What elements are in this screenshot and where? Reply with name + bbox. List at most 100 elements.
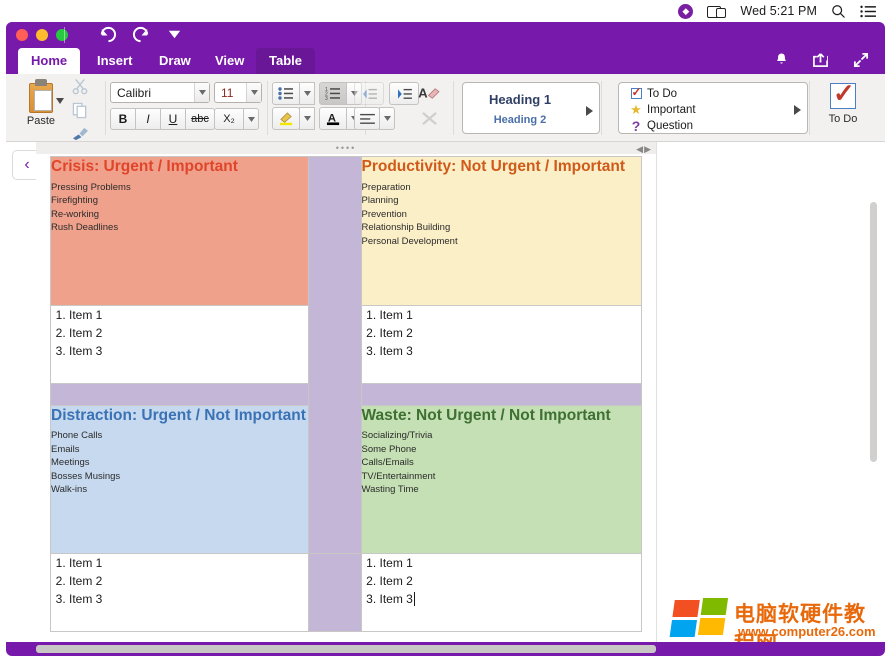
minimize-button[interactable]	[36, 29, 48, 41]
list-item[interactable]: Item 1	[69, 554, 308, 572]
table-row[interactable]: Crisis: Urgent / Important Pressing Prob…	[51, 157, 642, 306]
list-item[interactable]: Item 3	[380, 590, 642, 608]
redo-icon[interactable]	[132, 26, 151, 48]
share-icon[interactable]	[812, 52, 829, 73]
tag-item-important[interactable]: ★ Important	[625, 102, 807, 118]
watermark: 电脑软硬件教程网 www.computer26.com	[672, 596, 886, 646]
tags-more-arrow-icon[interactable]	[794, 102, 801, 120]
ribbon-tab-strip: Home Insert Draw View Table	[6, 48, 885, 74]
toolbar-divider	[64, 27, 65, 43]
decrease-indent-button[interactable]	[354, 82, 384, 105]
quadrant-crisis-header[interactable]: Crisis: Urgent / Important Pressing Prob…	[51, 157, 309, 306]
notification-bell-icon[interactable]	[774, 52, 789, 73]
copy-icon[interactable]	[72, 102, 106, 124]
list-item[interactable]: Item 1	[380, 306, 642, 324]
list-item[interactable]: Item 2	[69, 324, 308, 342]
numbered-list-button[interactable]: 123	[319, 82, 347, 105]
full-screen-icon[interactable]	[853, 52, 869, 73]
bold-label: B	[119, 112, 128, 126]
list-item[interactable]: Item 2	[380, 572, 642, 590]
search-icon[interactable]	[831, 4, 846, 19]
macos-menu-bar: ◆ Wed 5:21 PM	[0, 0, 891, 22]
bullet: Some Phone	[362, 443, 642, 456]
eisenhower-matrix-table[interactable]: Crisis: Urgent / Important Pressing Prob…	[50, 156, 642, 632]
tab-insert[interactable]: Insert	[84, 48, 145, 74]
font-size-select[interactable]: 11	[214, 82, 262, 103]
bullet: Re-working	[51, 208, 308, 221]
page-drag-handle-icon: ••••	[336, 144, 357, 153]
quadrant-productivity-items[interactable]: Item 1 Item 2 Item 3	[361, 305, 642, 383]
right-pane	[656, 142, 885, 650]
tags-gallery[interactable]: To Do ★ Important ? Question	[618, 82, 808, 134]
subscript-dropdown[interactable]	[243, 108, 259, 130]
list-item[interactable]: Item 1	[69, 306, 308, 324]
todo-button-label: To Do	[812, 113, 874, 125]
screen-mirroring-icon[interactable]	[707, 5, 726, 18]
table-row[interactable]: Item 1 Item 2 Item 3 Item 1 Item 2 Item …	[51, 554, 642, 632]
subscript-button[interactable]: X₂	[214, 108, 244, 130]
maximize-button[interactable]	[56, 29, 68, 41]
style-heading-2[interactable]: Heading 2	[463, 114, 577, 126]
quadrant-distraction-header[interactable]: Distraction: Urgent / Not Important Phon…	[51, 405, 309, 554]
bullet: Meetings	[51, 456, 308, 469]
chevron-down-icon[interactable]	[246, 83, 261, 102]
customize-toolbar-icon[interactable]	[166, 26, 183, 48]
undo-icon[interactable]	[98, 26, 117, 48]
bullet: Socializing/Trivia	[362, 429, 642, 442]
highlight-color-button[interactable]	[272, 107, 300, 130]
close-button[interactable]	[16, 29, 28, 41]
tag-item-todo[interactable]: To Do	[625, 86, 807, 102]
horizontal-scrollbar[interactable]	[36, 645, 656, 653]
list-item[interactable]: Item 3	[69, 590, 308, 608]
bold-button[interactable]: B	[110, 108, 136, 130]
note-page[interactable]: •••• ◀▶ Crisis: Urgent / Important Press…	[36, 142, 656, 650]
tab-view[interactable]: View	[202, 48, 257, 74]
scissors-icon[interactable]	[72, 78, 106, 100]
gem-icon[interactable]: ◆	[678, 4, 693, 19]
tab-home[interactable]: Home	[18, 48, 80, 74]
resize-arrows-icon[interactable]: ◀▶	[636, 144, 652, 155]
bullet: Preparation	[362, 181, 642, 194]
list-item[interactable]: Item 2	[69, 572, 308, 590]
list-item[interactable]: Item 2	[380, 324, 642, 342]
tab-draw[interactable]: Draw	[146, 48, 204, 74]
align-left-button[interactable]	[354, 107, 380, 130]
font-family-select[interactable]: Calibri	[110, 82, 210, 103]
quadrant-waste-items[interactable]: Item 1 Item 2 Item 3	[361, 554, 642, 632]
clear-formatting-button[interactable]: A	[414, 82, 444, 105]
style-heading-1[interactable]: Heading 1	[463, 92, 577, 107]
page-drag-handle[interactable]: •••• ◀▶	[36, 142, 656, 154]
underline-button[interactable]: U	[160, 108, 186, 130]
delete-x-button[interactable]	[416, 107, 442, 130]
font-size-value: 11	[221, 86, 246, 100]
italic-button[interactable]: I	[135, 108, 161, 130]
star-icon: ★	[625, 102, 647, 118]
quadrant-crisis-items[interactable]: Item 1 Item 2 Item 3	[51, 305, 309, 383]
quadrant-distraction-items[interactable]: Item 1 Item 2 Item 3	[51, 554, 309, 632]
strikethrough-button[interactable]: abc	[185, 108, 215, 130]
highlight-color-dropdown[interactable]	[299, 107, 315, 130]
bullet: Relationship Building	[362, 221, 642, 234]
tag-item-question[interactable]: ? Question	[625, 118, 807, 134]
styles-more-arrow-icon[interactable]	[586, 103, 593, 121]
paste-dropdown-icon[interactable]	[56, 91, 64, 109]
font-color-button[interactable]: A	[319, 107, 347, 130]
notification-center-icon[interactable]	[860, 5, 877, 18]
list-item[interactable]: Item 3	[69, 342, 308, 360]
vertical-scrollbar[interactable]	[870, 202, 877, 462]
chevron-down-icon[interactable]	[194, 83, 209, 102]
paste-button[interactable]: Paste	[12, 74, 70, 142]
todo-button[interactable]: To Do	[812, 74, 874, 142]
styles-gallery[interactable]: Heading 1 Heading 2	[462, 82, 600, 134]
bulleted-list-button[interactable]	[272, 82, 300, 105]
align-dropdown[interactable]	[379, 107, 395, 130]
quadrant-waste-header[interactable]: Waste: Not Urgent / Not Important Social…	[361, 405, 642, 554]
clear-format-group: A	[414, 74, 454, 142]
quadrant-productivity-header[interactable]: Productivity: Not Urgent / Important Pre…	[361, 157, 642, 306]
tab-table[interactable]: Table	[256, 48, 315, 74]
list-item[interactable]: Item 3	[380, 342, 642, 360]
list-item[interactable]: Item 1	[380, 554, 642, 572]
bulleted-list-dropdown[interactable]	[299, 82, 315, 105]
menu-bar-clock[interactable]: Wed 5:21 PM	[740, 4, 817, 18]
underline-label: U	[169, 112, 178, 126]
